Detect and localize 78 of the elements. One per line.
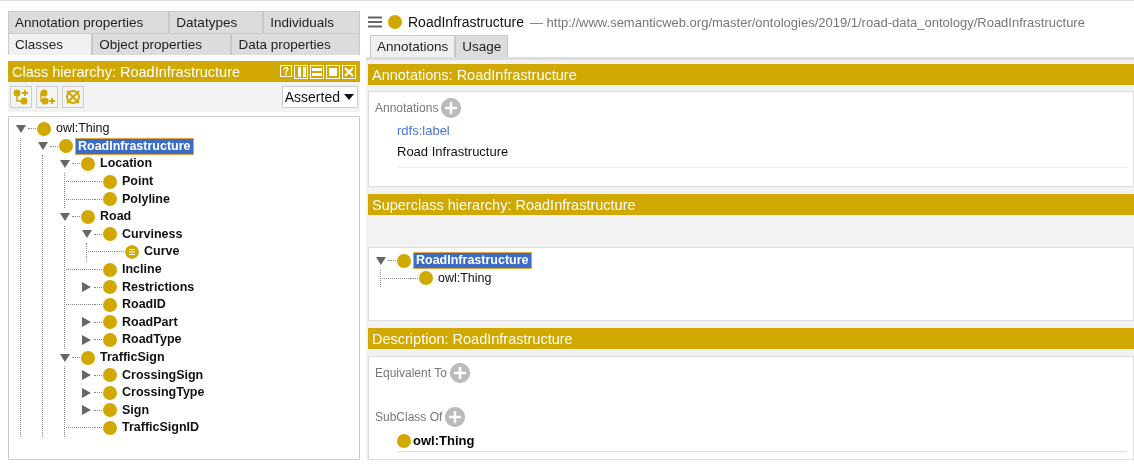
class-icon [103, 262, 117, 277]
defined-class-icon [125, 244, 139, 259]
class-icon [37, 121, 51, 136]
collapse-arrow-icon[interactable] [59, 352, 71, 363]
class-label[interactable]: RoadInfrastructure [414, 253, 531, 269]
class-label[interactable]: owl:Thing [436, 270, 494, 286]
collapse-arrow-icon[interactable] [81, 229, 93, 240]
class-icon [103, 403, 117, 418]
expand-arrow-icon[interactable] [81, 334, 93, 345]
tab[interactable]: Data properties [231, 33, 360, 55]
tab[interactable]: Annotations [370, 35, 456, 57]
class-icon [388, 15, 402, 29]
expand-arrow-icon[interactable] [81, 282, 93, 293]
class-icon [103, 332, 117, 347]
annotation-property-link[interactable]: rdfs:label [397, 123, 1127, 138]
expand-arrow-icon[interactable] [81, 405, 93, 416]
annotation-value: Road Infrastructure [397, 144, 1127, 168]
class-label[interactable]: RoadPart [120, 314, 180, 330]
panel-title: Superclass hierarchy: RoadInfrastructure [372, 196, 637, 213]
class-icon [397, 433, 411, 448]
class-label[interactable]: Curviness [120, 226, 185, 242]
class-icon [81, 350, 95, 365]
class-icon [103, 192, 117, 207]
class-label[interactable]: Curve [142, 244, 182, 260]
class-icon [103, 227, 117, 242]
class-label[interactable]: Point [120, 174, 156, 190]
class-icon [59, 139, 73, 154]
menu-icon[interactable] [368, 16, 382, 28]
class-label[interactable]: TrafficSign [98, 350, 167, 365]
tab[interactable]: Datatypes [169, 11, 264, 33]
caret-icon [344, 94, 354, 100]
class-label[interactable]: Polyline [120, 191, 172, 207]
class-icon [397, 253, 411, 268]
class-label[interactable]: Restrictions [120, 279, 197, 295]
tab[interactable]: Annotation properties [8, 11, 170, 33]
tab[interactable]: Object properties [92, 33, 232, 55]
class-label[interactable]: Incline [120, 262, 164, 278]
class-label[interactable]: CrossingType [120, 385, 207, 401]
view-mode-dropdown[interactable]: Asserted [281, 86, 358, 108]
class-label[interactable]: Road [98, 209, 134, 225]
collapse-arrow-icon[interactable] [375, 255, 387, 266]
tab[interactable]: Classes [8, 33, 93, 55]
collapse-arrow-icon[interactable] [59, 211, 71, 222]
expand-arrow-icon[interactable] [81, 370, 93, 381]
panel-title: Class hierarchy: RoadInfrastructure [12, 63, 242, 80]
class-icon [103, 174, 117, 189]
class-label[interactable]: owl:Thing [54, 121, 112, 137]
class-label[interactable]: Location [98, 156, 155, 172]
class-label[interactable]: TrafficSignID [120, 420, 202, 436]
superclass-name: owl:Thing [413, 433, 475, 448]
collapse-arrow-icon[interactable] [59, 159, 71, 169]
panel-title: Description: RoadInfrastructure [372, 330, 574, 347]
expand-arrow-icon[interactable] [81, 387, 93, 398]
entity-iri: — http://www.semanticweb.org/master/ontologies/2019/1/road-data_ontology/RoadInfrastructure [529, 14, 1085, 30]
class-icon [103, 280, 117, 295]
class-icon [81, 209, 95, 224]
class-icon [103, 420, 117, 435]
panel-title: Annotations: RoadInfrastructure [372, 66, 578, 83]
entity-name: RoadInfrastructure [408, 14, 524, 30]
collapse-arrow-icon[interactable] [37, 141, 49, 152]
section-label: Equivalent To [375, 366, 447, 380]
class-icon [103, 315, 117, 330]
class-label[interactable]: RoadInfrastructure [76, 138, 193, 154]
tab[interactable]: Individuals [263, 11, 360, 33]
section-label: SubClass Of [375, 410, 443, 424]
class-icon [103, 368, 117, 383]
section-label: Annotations [375, 101, 439, 115]
class-icon [103, 297, 117, 312]
collapse-arrow-icon[interactable] [15, 123, 27, 134]
class-label[interactable]: RoadID [120, 297, 168, 313]
class-label[interactable]: RoadType [120, 332, 184, 348]
class-label[interactable]: CrossingSign [120, 367, 206, 383]
class-icon [419, 271, 433, 286]
class-icon [103, 385, 117, 400]
expand-arrow-icon[interactable] [81, 317, 93, 328]
tab[interactable]: Usage [455, 35, 509, 57]
class-label[interactable]: Sign [120, 402, 152, 418]
class-icon [81, 157, 95, 171]
